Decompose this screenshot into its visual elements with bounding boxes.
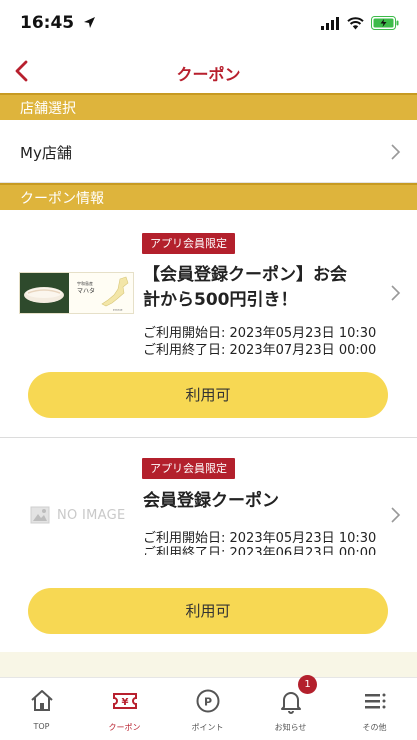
coupon-icon: ¥ (112, 693, 137, 709)
status-time: 16:45 (20, 13, 96, 33)
coupon-title: 【会員登録クーポン】お会 計から500円引き！ (143, 263, 347, 313)
section-coupon-info-label: クーポン情報 (20, 191, 104, 207)
section-store-select-label: 店舗選択 (20, 101, 76, 117)
chevron-right-icon (391, 144, 401, 160)
svg-text:P: P (203, 696, 211, 709)
use-coupon-button[interactable]: 利用可 (28, 588, 388, 634)
no-image-text: NO IMAGE (57, 507, 126, 523)
tab-top[interactable]: TOP (0, 678, 83, 740)
image-placeholder-icon (30, 506, 50, 524)
coupon-card[interactable]: アプリ会員限定 宇和島産 マハタ EHIME 【会員登録クーポン】お会 計から5… (0, 210, 417, 438)
notification-count-badge: 1 (298, 675, 317, 694)
tab-top-label: TOP (33, 722, 50, 731)
tab-other[interactable]: その他 (332, 678, 417, 740)
wifi-icon (347, 16, 364, 29)
location-arrow-icon (84, 17, 96, 28)
coupon-title-line1: 【会員登録クーポン】お会 (143, 265, 347, 285)
battery-icon (371, 16, 399, 30)
tab-point[interactable]: P ポイント (166, 678, 249, 740)
tab-coupon-label: クーポン (108, 723, 141, 732)
tab-bar: TOP ¥ クーポン P ポイント お知らせ その他 1 (0, 675, 417, 740)
coupon-title-line2: 計から500円引き！ (143, 290, 298, 310)
coupon-thumbnail: 宇和島産 マハタ EHIME (19, 272, 134, 314)
section-store-select: 店舗選択 (0, 93, 417, 120)
page-title: クーポン (176, 65, 241, 84)
coupon-title: 会員登録クーポン (143, 491, 279, 511)
svg-text:マハタ: マハタ (77, 287, 95, 295)
coupon-card[interactable]: アプリ会員限定 NO IMAGE 会員登録クーポン ご利用開始日: 2023年0… (0, 438, 417, 652)
menu-icon (364, 693, 385, 709)
signal-icon (321, 16, 339, 30)
point-icon: P (196, 689, 219, 713)
bell-icon (280, 692, 301, 714)
status-bar: 16:45 (0, 0, 417, 50)
svg-text:宇和島産: 宇和島産 (77, 280, 93, 286)
no-image-placeholder: NO IMAGE (30, 506, 126, 524)
sushi-image: 宇和島産 マハタ EHIME (20, 273, 133, 313)
tab-other-label: その他 (362, 723, 387, 732)
section-coupon-info: クーポン情報 (0, 183, 417, 210)
home-icon (30, 690, 53, 711)
chevron-right-icon (391, 285, 401, 301)
svg-text:¥: ¥ (121, 697, 128, 708)
list-footer-strip (0, 652, 417, 677)
my-store-label: My店舗 (20, 144, 72, 162)
tab-point-label: ポイント (191, 723, 224, 732)
my-store-row[interactable]: My店舗 (0, 121, 417, 183)
chevron-right-icon (391, 507, 401, 523)
coupon-end-date: ご利用終了日: 2023年07月23日 00:00 (143, 343, 377, 358)
header: クーポン (0, 50, 417, 92)
status-time-text: 16:45 (20, 13, 75, 33)
tab-notice[interactable]: お知らせ (249, 678, 332, 740)
member-only-badge: アプリ会員限定 (142, 233, 235, 254)
svg-text:EHIME: EHIME (113, 308, 123, 312)
member-only-badge: アプリ会員限定 (142, 458, 235, 479)
status-icons (321, 16, 399, 30)
tab-coupon[interactable]: ¥ クーポン (83, 678, 166, 740)
tab-notice-label: お知らせ (274, 723, 307, 732)
coupon-end-date: ご利用終了日: 2023年06月23日 00:00 (143, 546, 377, 555)
use-coupon-button[interactable]: 利用可 (28, 372, 388, 418)
